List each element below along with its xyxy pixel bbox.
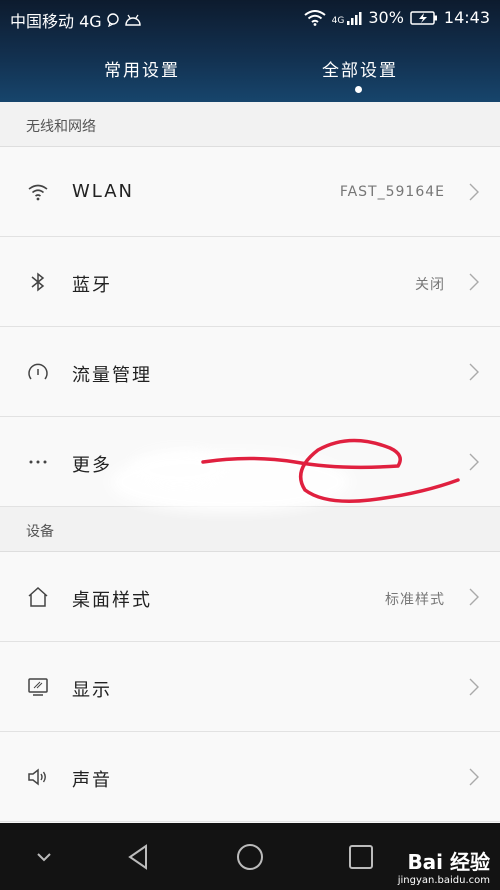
settings-tabs: 常用设置 全部设置 [0, 56, 500, 96]
carrier-name: 中国移动 4G [10, 12, 102, 31]
settings-item-home-style[interactable]: 桌面样式 标准样式 [0, 552, 500, 642]
home-icon [28, 586, 48, 607]
tab-common-settings[interactable]: 常用设置 [104, 56, 180, 81]
settings-item-more[interactable]: 更多 [0, 417, 500, 507]
home-style-value: 标准样式 [385, 592, 445, 608]
home-button-icon[interactable] [234, 841, 266, 873]
watermark-url: jingyan.baidu.com [397, 875, 490, 886]
settings-item-sound[interactable]: 声音 [0, 732, 500, 822]
chevron-right-icon [469, 363, 479, 381]
settings-item-data-usage[interactable]: 流量管理 [0, 327, 500, 417]
chevron-right-icon [469, 768, 479, 786]
settings-item-label: 显示 [72, 680, 112, 701]
settings-item-label: 桌面样式 [72, 590, 152, 611]
baidu-jingyan-watermark: Bai 经验 jingyan.baidu.com [398, 846, 490, 886]
wlan-network-name: FAST_59164E [339, 184, 445, 200]
battery-charging-icon [410, 10, 437, 25]
settings-item-label: 流量管理 [72, 365, 152, 386]
settings-item-label: WLAN [72, 181, 135, 202]
message-icon [106, 13, 119, 27]
settings-item-label: 蓝牙 [72, 275, 112, 296]
data-usage-icon [28, 363, 48, 380]
settings-item-label: 声音 [72, 770, 112, 791]
android-icon [124, 14, 141, 26]
chevron-right-icon [469, 588, 479, 606]
chevron-down-icon[interactable] [28, 841, 60, 873]
more-dots-icon [29, 460, 47, 464]
header: 中国移动 4G 4G 30% 14:43 常用设置 全部设置 [0, 0, 500, 102]
navigation-bar: Bai 经验 jingyan.baidu.com [0, 823, 500, 890]
bluetooth-status: 关闭 [415, 277, 445, 293]
recent-apps-icon[interactable] [345, 841, 377, 873]
settings-list: 无线和网络 WLAN FAST_59164E 蓝牙 关闭 流量管理 更多 设备 … [0, 102, 500, 823]
battery-percent: 30% [368, 8, 404, 27]
network-type: 4G [331, 15, 345, 26]
cell-signal-icon [347, 11, 362, 25]
status-bar: 中国移动 4G 4G 30% 14:43 [0, 0, 500, 36]
section-header-device: 设备 [0, 507, 500, 552]
chevron-right-icon [469, 183, 479, 201]
settings-item-bluetooth[interactable]: 蓝牙 关闭 [0, 237, 500, 327]
settings-item-label: 更多 [72, 455, 112, 476]
section-header-network: 无线和网络 [0, 102, 500, 147]
display-icon [28, 678, 48, 696]
settings-item-display[interactable]: 显示 [0, 642, 500, 732]
back-icon[interactable] [123, 841, 155, 873]
settings-item-wlan[interactable]: WLAN FAST_59164E [0, 147, 500, 237]
watermark-brand: Bai 经验 [407, 850, 490, 874]
chevron-right-icon [469, 453, 479, 471]
tab-all-settings[interactable]: 全部设置 [322, 56, 398, 81]
speaker-icon [28, 768, 46, 786]
bluetooth-icon [31, 272, 45, 292]
active-tab-indicator [355, 86, 362, 93]
clock: 14:43 [443, 8, 490, 27]
wifi-icon [28, 184, 48, 201]
wifi-signal-icon [304, 9, 326, 26]
chevron-right-icon [469, 273, 479, 291]
chevron-right-icon [469, 678, 479, 696]
